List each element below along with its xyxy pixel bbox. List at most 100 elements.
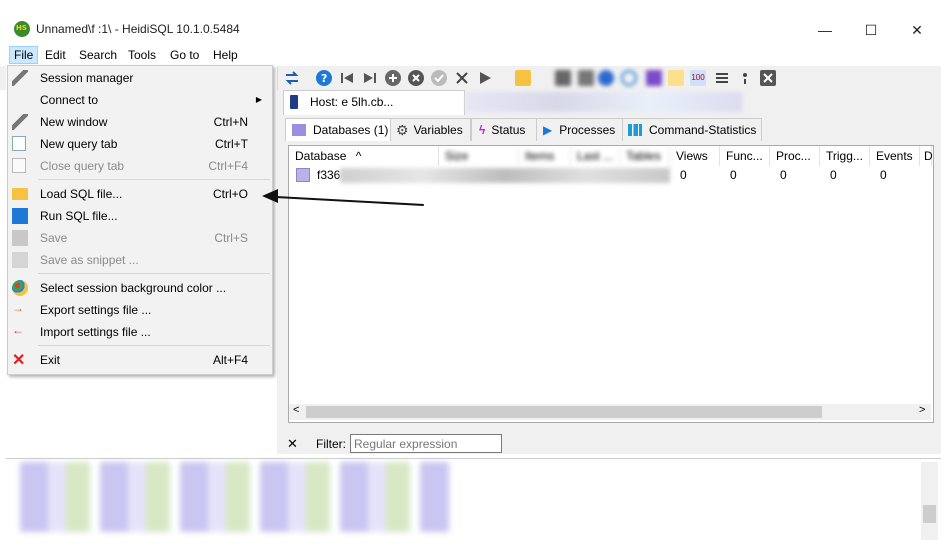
toolbar-icon[interactable] xyxy=(555,70,571,86)
menu-item-label: Connect to xyxy=(40,93,99,107)
menu-item-label: Run SQL file... xyxy=(40,209,118,223)
column-header-views[interactable]: Views xyxy=(670,146,720,166)
column-header-d[interactable]: D xyxy=(920,146,933,166)
switch-icon[interactable] xyxy=(284,70,300,86)
databases-grid[interactable] xyxy=(288,145,934,423)
menu-item-export-settings[interactable]: → Export settings file ... xyxy=(8,299,270,321)
heidisql-app-icon: HS xyxy=(14,21,30,37)
menu-item-exit[interactable]: ✕ Exit Alt+F4 xyxy=(8,349,270,371)
menu-goto[interactable]: Go to xyxy=(166,46,203,64)
toolbar-icon[interactable] xyxy=(598,70,614,86)
help-icon[interactable]: ? xyxy=(316,70,332,86)
cancel-record-icon[interactable] xyxy=(454,70,470,86)
blurred-log-text xyxy=(20,462,450,532)
menu-item-save-as-snippet[interactable]: Save as snippet ... xyxy=(8,249,270,271)
save-icon xyxy=(12,230,28,246)
log-vertical-scrollbar[interactable] xyxy=(921,462,938,540)
column-header-last[interactable]: Last ... xyxy=(571,146,620,166)
menu-item-close-query-tab[interactable]: Close query tab Ctrl+F4 xyxy=(8,155,270,177)
export-icon: → xyxy=(12,301,24,315)
column-header-tables[interactable]: Tables xyxy=(620,146,670,166)
menu-item-shortcut: Ctrl+S xyxy=(214,231,248,245)
column-header-items[interactable]: Items xyxy=(519,146,571,166)
menu-help[interactable]: Help xyxy=(209,46,242,64)
cell-procedures[interactable]: 0 xyxy=(780,167,787,184)
column-header-size[interactable]: Size xyxy=(439,146,519,166)
table-row-database[interactable]: f336 xyxy=(317,167,340,184)
close-window-button[interactable]: ✕ xyxy=(894,15,940,45)
refresh-icon[interactable] xyxy=(621,70,637,86)
first-record-icon[interactable] xyxy=(339,70,355,86)
folder-icon xyxy=(12,188,28,200)
scroll-left-button[interactable]: < xyxy=(293,404,299,416)
add-record-icon[interactable] xyxy=(385,70,401,86)
limit-100-icon[interactable]: 100 xyxy=(690,70,706,86)
menu-tools[interactable]: Tools xyxy=(124,46,160,64)
column-header-database[interactable]: Database ^ xyxy=(289,146,439,166)
toolbar-icon[interactable] xyxy=(646,70,662,86)
menu-separator xyxy=(38,179,270,180)
cell-functions[interactable]: 0 xyxy=(730,167,737,184)
maximize-button[interactable]: ☐ xyxy=(848,15,894,45)
menu-item-import-settings[interactable]: ← Import settings file ... xyxy=(8,321,270,343)
column-header-triggers[interactable]: Trigg... xyxy=(820,146,870,166)
lightning-icon: ϟ xyxy=(479,123,486,137)
menu-item-session-manager[interactable]: Session manager xyxy=(8,67,270,89)
column-header-events[interactable]: Events xyxy=(870,146,920,166)
menu-edit[interactable]: Edit xyxy=(41,46,70,64)
filter-label: Filter: xyxy=(316,437,346,451)
new-window-icon xyxy=(12,114,28,130)
menu-item-label: Load SQL file... xyxy=(40,187,123,201)
gear-icon: ⚙ xyxy=(396,121,409,138)
execute-sql-icon[interactable] xyxy=(477,70,493,86)
menu-item-label: Save xyxy=(40,231,68,245)
play-icon: ▶ xyxy=(543,123,553,137)
menu-item-session-background-color[interactable]: Select session background color ... xyxy=(8,277,270,299)
menu-item-shortcut: Ctrl+F4 xyxy=(208,159,248,173)
import-icon: ← xyxy=(12,323,24,337)
menu-file[interactable]: File xyxy=(9,46,39,64)
cell-events[interactable]: 0 xyxy=(880,167,887,184)
minimize-button[interactable]: — xyxy=(802,15,848,45)
cell-triggers[interactable]: 0 xyxy=(830,167,837,184)
host-tab-label: Host: e 5lh.cb... xyxy=(310,95,394,109)
delete-record-icon[interactable] xyxy=(408,70,424,86)
column-header-functions[interactable]: Func... xyxy=(720,146,770,166)
bar-chart-icon xyxy=(628,124,642,136)
tab-status[interactable]: ϟ Status xyxy=(471,118,537,141)
menu-item-label: Select session background color ... xyxy=(40,281,227,295)
cell-views[interactable]: 0 xyxy=(680,167,687,184)
submenu-arrow-icon: ▶ xyxy=(255,95,262,104)
log-scrollbar-thumb[interactable] xyxy=(923,505,936,523)
open-folder-icon[interactable] xyxy=(515,70,531,86)
tab-command-statistics[interactable]: Command-Statistics xyxy=(622,118,762,141)
tab-host[interactable]: Host: e 5lh.cb... xyxy=(283,90,465,115)
close-filter-icon[interactable]: ✕ xyxy=(287,436,298,452)
semicolon-icon[interactable] xyxy=(737,70,753,86)
tab-databases[interactable]: Databases (1) xyxy=(285,118,391,141)
tab-variables[interactable]: ⚙ Variables xyxy=(390,118,471,141)
menu-item-save[interactable]: Save Ctrl+S xyxy=(8,227,270,249)
menu-item-load-sql-file[interactable]: Load SQL file... Ctrl+O xyxy=(8,183,270,205)
last-record-icon[interactable] xyxy=(362,70,378,86)
column-header-procedures[interactable]: Proc... xyxy=(770,146,820,166)
scrollbar-thumb[interactable] xyxy=(306,406,822,418)
warning-icon[interactable] xyxy=(668,70,684,86)
disconnect-icon[interactable] xyxy=(760,70,776,86)
list-icon[interactable] xyxy=(714,70,730,86)
filter-input[interactable]: Regular expression xyxy=(350,434,502,453)
post-record-icon[interactable] xyxy=(431,70,447,86)
svg-text:?: ? xyxy=(321,72,327,85)
menu-search[interactable]: Search xyxy=(75,46,121,64)
menu-item-label: New window xyxy=(40,115,108,129)
menu-item-new-window[interactable]: New window Ctrl+N xyxy=(8,111,270,133)
menu-separator xyxy=(38,273,270,274)
menu-item-new-query-tab[interactable]: New query tab Ctrl+T xyxy=(8,133,270,155)
menu-item-shortcut: Ctrl+T xyxy=(215,137,248,151)
menu-item-run-sql-file[interactable]: Run SQL file... xyxy=(8,205,270,227)
menu-item-connect-to[interactable]: Connect to ▶ xyxy=(8,89,270,111)
toolbar-icon[interactable] xyxy=(578,70,594,86)
tab-processes[interactable]: ▶ Processes xyxy=(536,118,623,141)
scroll-right-button[interactable]: > xyxy=(919,404,925,416)
menu-item-shortcut: Ctrl+O xyxy=(212,187,248,201)
